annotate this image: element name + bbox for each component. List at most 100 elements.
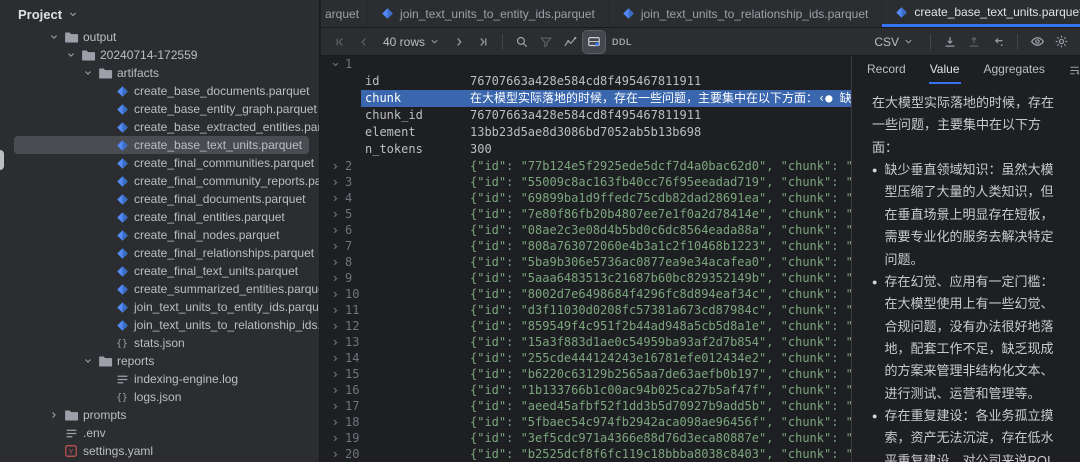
page-size-select[interactable]: 40 rows: [377, 35, 446, 49]
tree-item-create-base-entity-graph-parquet[interactable]: create_base_entity_graph.parquet: [0, 100, 319, 118]
grid-field-id[interactable]: id 76707663a428e584cd8f495467811911: [321, 73, 851, 90]
tree-item-create-final-communities-parquet[interactable]: create_final_communities.parquet: [0, 154, 319, 172]
tree-item-create-base-text-units-parquet[interactable]: create_base_text_units.parquet: [0, 136, 319, 154]
soft-wrap-icon[interactable]: [1068, 64, 1080, 77]
export-format-select[interactable]: CSV: [866, 35, 922, 49]
expand-row-icon[interactable]: [328, 382, 342, 398]
tree-item-20240714-172559[interactable]: 20240714-172559: [0, 46, 319, 64]
expand-row-icon[interactable]: [328, 366, 342, 382]
ddl-button[interactable]: DDL: [607, 37, 637, 47]
download-icon[interactable]: [939, 31, 961, 53]
tab-record[interactable]: Record: [866, 56, 907, 84]
collapse-row-icon[interactable]: [328, 56, 342, 72]
table-view-icon[interactable]: [582, 29, 607, 54]
panel-drag-handle[interactable]: [0, 150, 4, 170]
expand-row-icon[interactable]: [328, 286, 342, 302]
expand-row-icon[interactable]: [328, 318, 342, 334]
chevron-down-icon[interactable]: [46, 29, 62, 45]
grid-row-5[interactable]: 5 {"id": "7e80f86fb20b4807ee7e1f0a2d78414…: [321, 206, 851, 222]
expand-row-icon[interactable]: [328, 302, 342, 318]
chevron-right-icon[interactable]: [46, 407, 62, 423]
expand-row-icon[interactable]: [328, 414, 342, 430]
grid-row-11[interactable]: 11 {"id": "d3f11030d0208fc57381a673cd8798…: [321, 302, 851, 318]
tree-item-output[interactable]: output: [0, 28, 319, 46]
tree-item-settings-yaml[interactable]: Ysettings.yaml: [0, 442, 319, 460]
grid-row-8[interactable]: 8 {"id": "5ba9b306e5736ac0877ea9e34acafea…: [321, 254, 851, 270]
grid-row-expanded-header[interactable]: 1: [321, 56, 851, 73]
expand-row-icon[interactable]: [328, 350, 342, 366]
tree-item-create-base-documents-parquet[interactable]: create_base_documents.parquet: [0, 82, 319, 100]
grid-row-17[interactable]: 17 {"id": "aeed45afbf52f1dd3b5d70927b9add…: [321, 398, 851, 414]
expand-row-icon[interactable]: [328, 430, 342, 446]
grid-field-n_tokens[interactable]: n_tokens 300: [321, 141, 851, 158]
expand-row-icon[interactable]: [328, 158, 342, 174]
chevron-down-icon[interactable]: [80, 353, 96, 369]
next-page-button[interactable]: [448, 31, 470, 53]
tree-item--env[interactable]: .env: [0, 424, 319, 442]
expand-row-icon[interactable]: [328, 222, 342, 238]
editor-tab-arquet[interactable]: arquet: [321, 0, 369, 27]
chart-view-icon[interactable]: [559, 31, 581, 53]
tree-item-reports[interactable]: reports: [0, 352, 319, 370]
grid-row-13[interactable]: 13 {"id": "15a3f883d1ae0c54959ba93af2d7b8…: [321, 334, 851, 350]
filter-icon[interactable]: [535, 31, 557, 53]
expand-row-icon[interactable]: [328, 270, 342, 286]
expand-row-icon[interactable]: [328, 206, 342, 222]
expand-row-icon[interactable]: [328, 446, 342, 462]
tab-aggregates[interactable]: Aggregates: [983, 56, 1046, 84]
grid-row-10[interactable]: 10 {"id": "8002d7e6498684f4296fc8d894eaf3…: [321, 286, 851, 302]
arrow-left-export-icon[interactable]: [987, 31, 1009, 53]
grid-row-19[interactable]: 19 {"id": "3ef5cdc971a4366e88d76d3eca8088…: [321, 430, 851, 446]
expand-row-icon[interactable]: [328, 398, 342, 414]
expand-row-icon[interactable]: [328, 254, 342, 270]
chevron-down-icon[interactable]: [80, 65, 96, 81]
tree-item-create-final-documents-parquet[interactable]: create_final_documents.parquet: [0, 190, 319, 208]
last-page-button[interactable]: [472, 31, 494, 53]
tree-item-create-final-entities-parquet[interactable]: create_final_entities.parquet: [0, 208, 319, 226]
tree-item-join-text-units-to-relationship-ids-parquet[interactable]: join_text_units_to_relationship_ids.parq…: [0, 316, 319, 334]
previous-page-button[interactable]: [353, 31, 375, 53]
chevron-down-icon[interactable]: [63, 47, 79, 63]
grid-row-7[interactable]: 7 {"id": "808a763072060e4b3a1c2f10468b122…: [321, 238, 851, 254]
grid-row-12[interactable]: 12 {"id": "859549f4c951f2b44ad948a5cb5d8a…: [321, 318, 851, 334]
grid-row-18[interactable]: 18 {"id": "5fbaec54c974fb2942aca098ae9645…: [321, 414, 851, 430]
expand-row-icon[interactable]: [328, 238, 342, 254]
tree-item-join-text-units-to-entity-ids-parquet[interactable]: join_text_units_to_entity_ids.parquet: [0, 298, 319, 316]
tree-item-create-summarized-entities-parquet[interactable]: create_summarized_entities.parquet: [0, 280, 319, 298]
tree-item-create-base-extracted-entities-parquet[interactable]: create_base_extracted_entities.parquet: [0, 118, 319, 136]
tree-item-stats-json[interactable]: {} stats.json: [0, 334, 319, 352]
tree-item-logs-json[interactable]: {} logs.json: [0, 388, 319, 406]
grid-row-4[interactable]: 4 {"id": "69899ba1d9ffedc75cdb82dad28691e…: [321, 190, 851, 206]
grid-row-14[interactable]: 14 {"id": "255cde444124243e16781efe012434…: [321, 350, 851, 366]
tree-item-create-final-relationships-parquet[interactable]: create_final_relationships.parquet: [0, 244, 319, 262]
tree-item-artifacts[interactable]: artifacts: [0, 64, 319, 82]
editor-tab-join-text-units-to-entity-ids-parquet[interactable]: join_text_units_to_entity_ids.parquet: [368, 0, 609, 27]
grid-row-15[interactable]: 15 {"id": "b6220c63129b2565aa7de63aefb0b1…: [321, 366, 851, 382]
grid-row-3[interactable]: 3 {"id": "55009c8ac163fb40cc76f95eeadad71…: [321, 174, 851, 190]
expand-row-icon[interactable]: [328, 174, 342, 190]
expand-row-icon[interactable]: [328, 334, 342, 350]
expand-row-icon[interactable]: [328, 190, 342, 206]
tree-item-create-final-text-units-parquet[interactable]: create_final_text_units.parquet: [0, 262, 319, 280]
grid-row-9[interactable]: 9 {"id": "5aaa6483513c21687b60bc829352149…: [321, 270, 851, 286]
grid-row-16[interactable]: 16 {"id": "1b133766b1c00ac94b025ca27b5af4…: [321, 382, 851, 398]
grid-field-chunk_id[interactable]: chunk_id 76707663a428e584cd8f495467811911: [321, 107, 851, 124]
gear-icon[interactable]: [1050, 31, 1072, 53]
grid-field-chunk[interactable]: chunk 在大模型实际落地的时候，存在一些问题，主要集中在以下方面：‹● 缺少垂…: [361, 90, 851, 107]
search-icon[interactable]: [511, 31, 533, 53]
tree-item-create-final-nodes-parquet[interactable]: create_final_nodes.parquet: [0, 226, 319, 244]
value-viewer[interactable]: 在大模型实际落地的时候，存在一些问题，主要集中在以下方面： ● 缺少垂直领域知识：…: [852, 84, 1080, 462]
editor-tab-create-base-text-units-parquet[interactable]: create_base_text_units.parquet×: [882, 0, 1080, 27]
first-page-button[interactable]: [329, 31, 351, 53]
editor-tab-join-text-units-to-relationship-ids-parquet[interactable]: join_text_units_to_relationship_ids.parq…: [609, 0, 883, 27]
tab-value[interactable]: Value: [928, 56, 961, 84]
tree-item-create-final-community-reports-parquet[interactable]: create_final_community_reports.parquet: [0, 172, 319, 190]
tree-item-prompts[interactable]: prompts: [0, 406, 319, 424]
grid-row-6[interactable]: 6 {"id": "08ae2c3e08d4b5bd0c6dc8564eada88…: [321, 222, 851, 238]
grid-row-2[interactable]: 2 {"id": "77b124e5f2925ede5dcf7d4a0bac62d…: [321, 158, 851, 174]
grid-row-20[interactable]: 20 {"id": "b2525dcf8f6fc119c18bbba8038c84…: [321, 446, 851, 462]
project-panel-header[interactable]: Project: [0, 0, 319, 28]
tree-item-indexing-engine-log[interactable]: indexing-engine.log: [0, 370, 319, 388]
upload-icon[interactable]: [963, 31, 985, 53]
grid-field-element[interactable]: element 13bb23d5ae8d3086bd7052ab5b13b698: [321, 124, 851, 141]
